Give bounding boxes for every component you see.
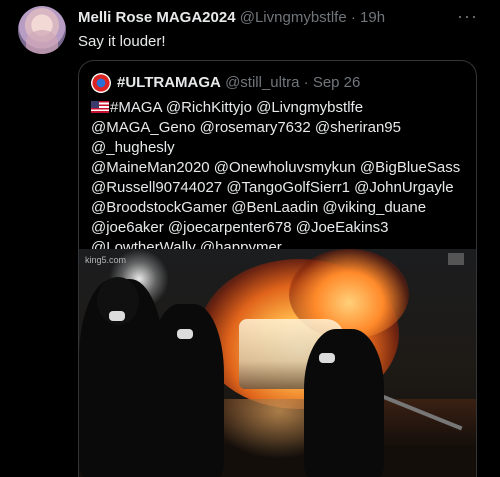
hooded-figure (304, 329, 384, 477)
separator: · (350, 9, 356, 26)
display-name[interactable]: Melli Rose MAGA2024 (78, 9, 236, 26)
quoted-separator: · (303, 74, 309, 91)
handle[interactable]: @Livngmybstlfe (240, 9, 347, 26)
media-image[interactable]: king5.com (79, 249, 476, 477)
quoted-handle[interactable]: @still_ultra (225, 74, 299, 91)
tweet-text: Say it louder! (78, 33, 166, 50)
quoted-text-line-1[interactable]: #MAGA @RichKittyjo @Livngmybstlfe (110, 99, 363, 116)
quoted-date[interactable]: Sep 26 (313, 74, 361, 91)
tweet[interactable]: Melli Rose MAGA2024 @Livngmybstlfe · 19h… (0, 0, 500, 477)
quoted-text: #MAGA @RichKittyjo @Livngmybstlfe @MAGA_… (91, 98, 471, 258)
media-watermark: king5.com (85, 255, 127, 265)
more-options-icon[interactable]: ··· (457, 6, 478, 27)
tweet-header: Melli Rose MAGA2024 @Livngmybstlfe · 19h (78, 9, 385, 26)
timestamp[interactable]: 19h (360, 9, 385, 26)
quoted-text-line[interactable]: @MAGA_Geno @rosemary7632 @sheriran95 @_h… (91, 118, 471, 158)
us-flag-icon (91, 101, 109, 113)
quoted-text-line: #MAGA @RichKittyjo @Livngmybstlfe (91, 98, 471, 118)
quoted-display-name[interactable]: #ULTRAMAGA (117, 74, 221, 91)
quoted-header: #ULTRAMAGA @still_ultra · Sep 26 (117, 74, 360, 91)
quoted-text-line[interactable]: @MaineMan2020 @Onewholuvsmykun @BigBlueS… (91, 158, 471, 178)
face-mask (319, 353, 335, 363)
quoted-text-line[interactable]: @Russell90744027 @TangoGolfSierr1 @JohnU… (91, 178, 471, 198)
quoted-tweet[interactable]: #ULTRAMAGA @still_ultra · Sep 26 #MAGA @… (78, 60, 477, 477)
quoted-avatar[interactable] (91, 73, 111, 93)
face-mask (177, 329, 193, 339)
street-sign (448, 253, 464, 265)
face-mask (109, 311, 125, 321)
quoted-text-line[interactable]: @BroodstockGamer @BenLaadin @viking_duan… (91, 198, 471, 218)
quoted-text-line[interactable]: @joe6aker @joecarpenter678 @JoeEakins3 (91, 218, 471, 238)
avatar[interactable] (18, 6, 66, 54)
